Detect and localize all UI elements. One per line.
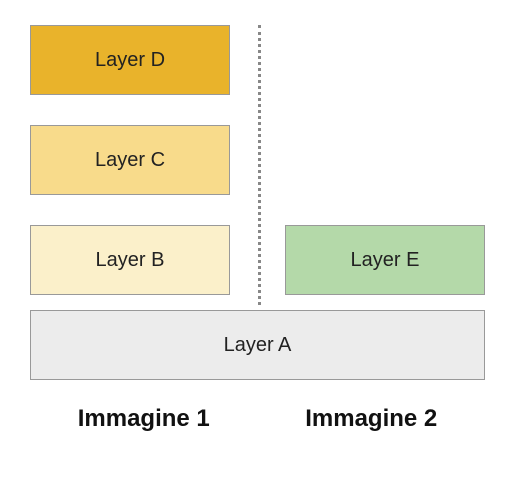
layer-b-label: Layer B [96, 249, 165, 272]
layer-a-label: Layer A [224, 334, 292, 357]
layer-e-box: Layer E [285, 225, 485, 295]
layer-c-box: Layer C [30, 125, 230, 195]
layer-e-label: Layer E [351, 249, 420, 272]
caption-right: Immagine 2 [258, 405, 486, 433]
layer-c-label: Layer C [95, 149, 165, 172]
layer-d-box: Layer D [30, 25, 230, 95]
captions-row: Immagine 1 Immagine 2 [30, 405, 485, 433]
layer-b-box: Layer B [30, 225, 230, 295]
layer-d-label: Layer D [95, 49, 165, 72]
layer-diagram: Layer D Layer C Layer B Layer E Layer A … [30, 25, 495, 475]
layer-a-box: Layer A [30, 310, 485, 380]
caption-left: Immagine 1 [30, 405, 258, 433]
vertical-divider [258, 25, 261, 305]
